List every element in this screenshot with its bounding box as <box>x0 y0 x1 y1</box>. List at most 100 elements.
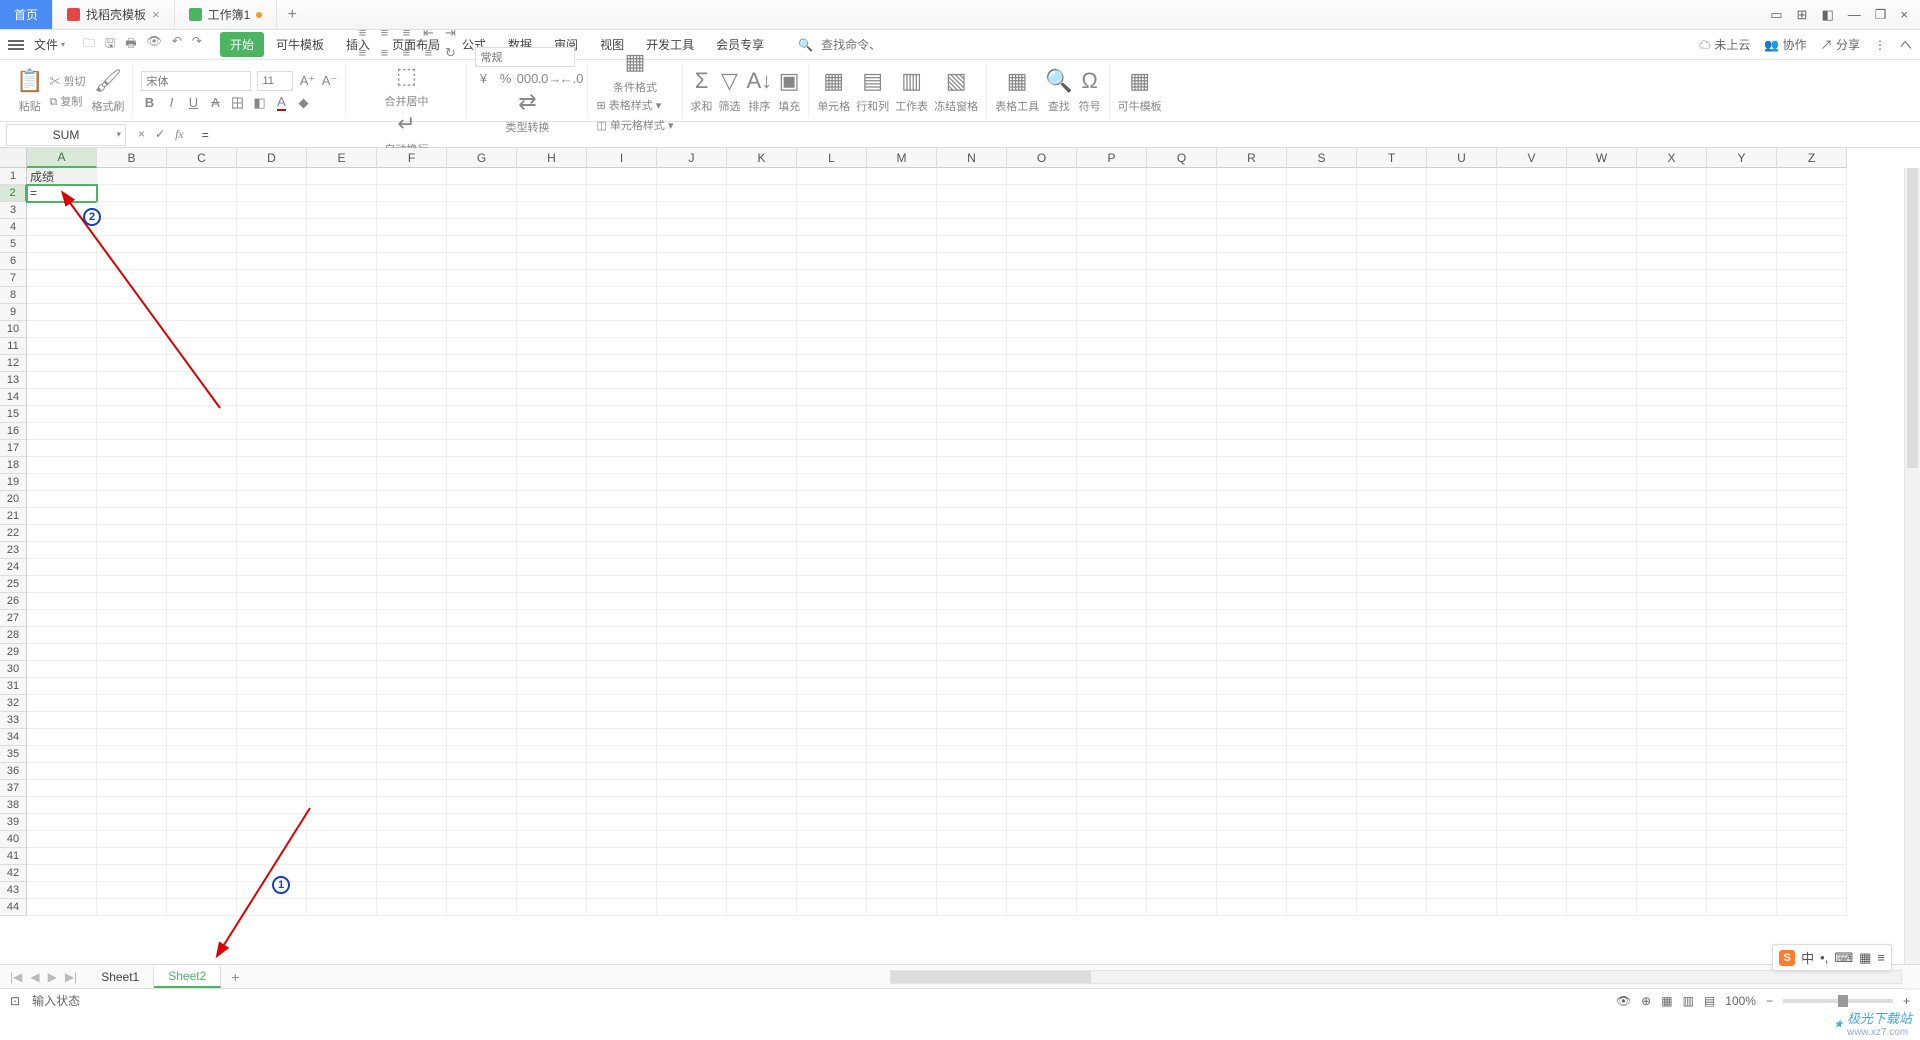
cell-U18[interactable] <box>1427 457 1497 474</box>
cell-O10[interactable] <box>1007 321 1077 338</box>
cell-L29[interactable] <box>797 644 867 661</box>
cell-X40[interactable] <box>1637 831 1707 848</box>
cell-J4[interactable] <box>657 219 727 236</box>
cell-C11[interactable] <box>167 338 237 355</box>
cell-T31[interactable] <box>1357 678 1427 695</box>
cell-Q36[interactable] <box>1147 763 1217 780</box>
cell-S4[interactable] <box>1287 219 1357 236</box>
cell-P27[interactable] <box>1077 610 1147 627</box>
cell-L32[interactable] <box>797 695 867 712</box>
cell-S28[interactable] <box>1287 627 1357 644</box>
cell-Z34[interactable] <box>1777 729 1847 746</box>
add-tab-button[interactable]: + <box>277 0 307 29</box>
cell-J16[interactable] <box>657 423 727 440</box>
cell-L18[interactable] <box>797 457 867 474</box>
cell-K37[interactable] <box>727 780 797 797</box>
cell-N2[interactable] <box>937 185 1007 202</box>
cell-L22[interactable] <box>797 525 867 542</box>
cell-E17[interactable] <box>307 440 377 457</box>
cell-O35[interactable] <box>1007 746 1077 763</box>
tab-doc-templates[interactable]: 找稻壳模板 × <box>53 0 175 29</box>
cell-X13[interactable] <box>1637 372 1707 389</box>
cell-H29[interactable] <box>517 644 587 661</box>
cell-W17[interactable] <box>1567 440 1637 457</box>
cell-J33[interactable] <box>657 712 727 729</box>
cell-W31[interactable] <box>1567 678 1637 695</box>
cell-S32[interactable] <box>1287 695 1357 712</box>
cell-O29[interactable] <box>1007 644 1077 661</box>
cell-E37[interactable] <box>307 780 377 797</box>
cell-K7[interactable] <box>727 270 797 287</box>
cell-W42[interactable] <box>1567 865 1637 882</box>
cell-P15[interactable] <box>1077 406 1147 423</box>
cell-Z15[interactable] <box>1777 406 1847 423</box>
row-header-24[interactable]: 24 <box>0 559 27 576</box>
cell-J29[interactable] <box>657 644 727 661</box>
cell-R28[interactable] <box>1217 627 1287 644</box>
cell-G18[interactable] <box>447 457 517 474</box>
cell-T36[interactable] <box>1357 763 1427 780</box>
cell-A9[interactable] <box>27 304 97 321</box>
cell-P12[interactable] <box>1077 355 1147 372</box>
cell-I27[interactable] <box>587 610 657 627</box>
cell-L19[interactable] <box>797 474 867 491</box>
cell-O2[interactable] <box>1007 185 1077 202</box>
cell-N33[interactable] <box>937 712 1007 729</box>
cell-F23[interactable] <box>377 542 447 559</box>
col-header-I[interactable]: I <box>587 148 657 168</box>
cell-O39[interactable] <box>1007 814 1077 831</box>
inc-dec-icon[interactable]: .0→ <box>541 71 557 87</box>
cell-D26[interactable] <box>237 593 307 610</box>
cell-N3[interactable] <box>937 202 1007 219</box>
cell-V28[interactable] <box>1497 627 1567 644</box>
cell-V22[interactable] <box>1497 525 1567 542</box>
cell-F7[interactable] <box>377 270 447 287</box>
cell-R33[interactable] <box>1217 712 1287 729</box>
cell-U35[interactable] <box>1427 746 1497 763</box>
cell-S12[interactable] <box>1287 355 1357 372</box>
cell-S34[interactable] <box>1287 729 1357 746</box>
cell-X18[interactable] <box>1637 457 1707 474</box>
cell-H43[interactable] <box>517 882 587 899</box>
strike-icon[interactable]: A <box>207 95 223 111</box>
cell-Z23[interactable] <box>1777 542 1847 559</box>
share-button[interactable]: ↗ 分享 <box>1821 36 1860 53</box>
cell-E26[interactable] <box>307 593 377 610</box>
cell-F10[interactable] <box>377 321 447 338</box>
cell-S24[interactable] <box>1287 559 1357 576</box>
copy-button[interactable]: ⧉ 复制 <box>49 93 82 109</box>
cell-Q9[interactable] <box>1147 304 1217 321</box>
cell-Z42[interactable] <box>1777 865 1847 882</box>
cell-F3[interactable] <box>377 202 447 219</box>
cell-Q39[interactable] <box>1147 814 1217 831</box>
sheet-nav-next[interactable]: ▶ <box>48 970 57 984</box>
cell-A33[interactable] <box>27 712 97 729</box>
cell-C15[interactable] <box>167 406 237 423</box>
cell-R4[interactable] <box>1217 219 1287 236</box>
cell-M6[interactable] <box>867 253 937 270</box>
cell-R35[interactable] <box>1217 746 1287 763</box>
cell-Q16[interactable] <box>1147 423 1217 440</box>
row-header-10[interactable]: 10 <box>0 321 27 338</box>
cell-W23[interactable] <box>1567 542 1637 559</box>
merge-icon[interactable]: ⬚ <box>396 63 417 89</box>
cell-D3[interactable] <box>237 202 307 219</box>
search-input[interactable] <box>821 38 881 52</box>
cell-G39[interactable] <box>447 814 517 831</box>
cell-B3[interactable] <box>97 202 167 219</box>
row-header-28[interactable]: 28 <box>0 627 27 644</box>
cell-U19[interactable] <box>1427 474 1497 491</box>
cell-N30[interactable] <box>937 661 1007 678</box>
cell-R41[interactable] <box>1217 848 1287 865</box>
cell-B41[interactable] <box>97 848 167 865</box>
cell-U11[interactable] <box>1427 338 1497 355</box>
qat-undo-icon[interactable]: ↶ <box>172 34 182 55</box>
cell-U29[interactable] <box>1427 644 1497 661</box>
cell-C19[interactable] <box>167 474 237 491</box>
cell-J36[interactable] <box>657 763 727 780</box>
cell-B43[interactable] <box>97 882 167 899</box>
cell-Q23[interactable] <box>1147 542 1217 559</box>
cell-V40[interactable] <box>1497 831 1567 848</box>
cell-Y37[interactable] <box>1707 780 1777 797</box>
cell-D32[interactable] <box>237 695 307 712</box>
